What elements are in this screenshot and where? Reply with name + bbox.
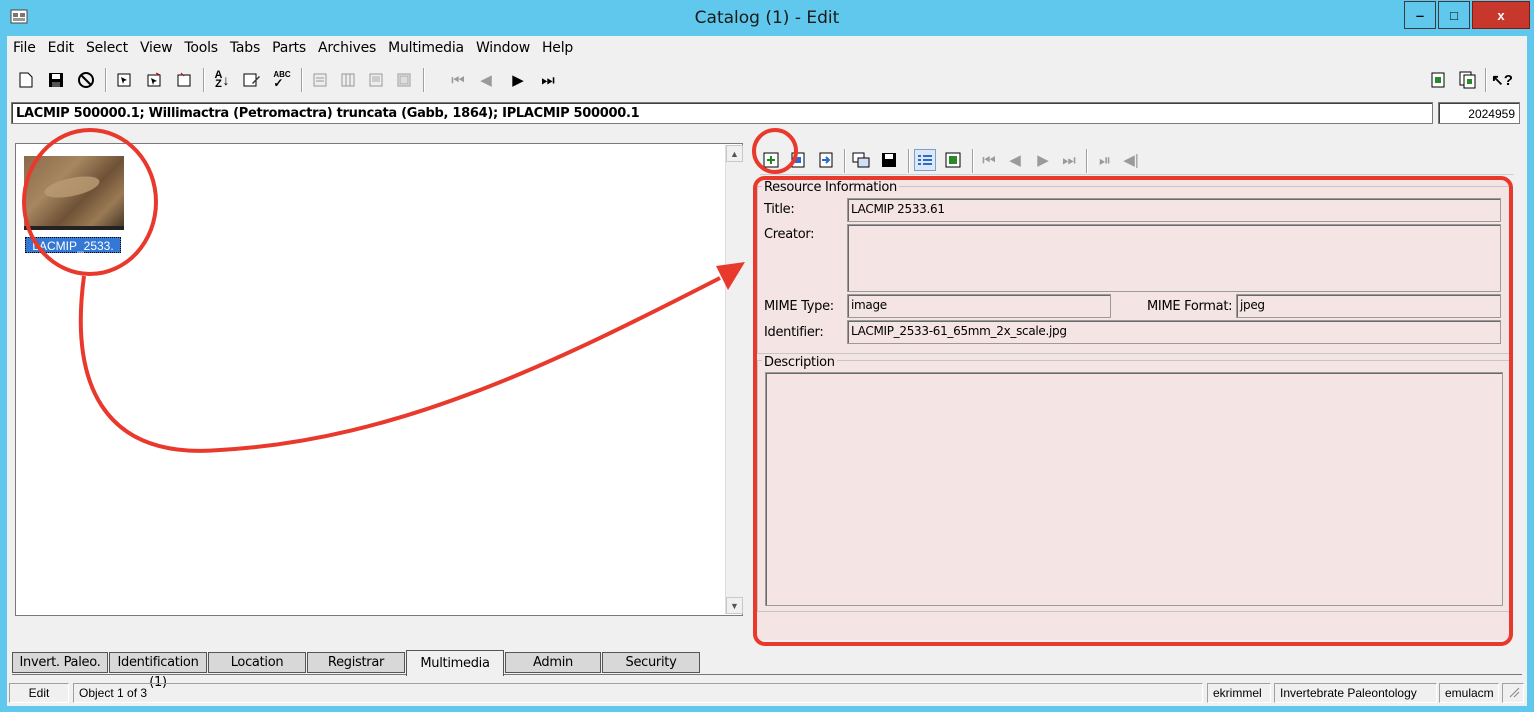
open-viewer-icon[interactable]	[850, 149, 872, 171]
menu-multimedia[interactable]: Multimedia	[382, 40, 470, 56]
tab-invert-paleo[interactable]: Invert. Paleo.	[12, 652, 108, 673]
last-record-icon[interactable]: ⏭	[537, 69, 559, 91]
highlight-rectangle	[753, 176, 1513, 646]
menu-view[interactable]: View	[134, 40, 178, 56]
tab-security[interactable]: Security	[602, 652, 700, 673]
save-multimedia-icon[interactable]	[878, 149, 900, 171]
status-server: emulacm	[1439, 683, 1499, 703]
tab-multimedia[interactable]: Multimedia	[406, 650, 504, 676]
copy-report-icon[interactable]	[1457, 69, 1479, 91]
attach-multimedia-icon[interactable]	[815, 149, 837, 171]
view-list-icon[interactable]	[337, 69, 359, 91]
first-media-icon[interactable]: ⏮	[978, 149, 1000, 171]
tab-strip: Invert. Paleo. Identification (1) Locati…	[12, 650, 1522, 690]
thumbnail-view-icon[interactable]	[942, 149, 964, 171]
highlight-circle-thumbnail	[22, 128, 158, 276]
main-toolbar: A Z ↓ ABC ✓ ⏮ ◀ ▶ ⏭ ↖?	[7, 64, 1527, 96]
previous-record-icon[interactable]: ◀	[475, 69, 497, 91]
tab-location[interactable]: Location	[208, 652, 306, 673]
maximize-icon: □	[1450, 7, 1458, 23]
tab-identification[interactable]: Identification (1)	[109, 652, 207, 690]
menu-parts[interactable]: Parts	[266, 40, 312, 56]
previous-media-icon[interactable]: ◀	[1004, 149, 1026, 171]
menu-window[interactable]: Window	[470, 40, 536, 56]
edit-note-icon[interactable]	[241, 69, 263, 91]
menu-edit[interactable]: Edit	[42, 40, 80, 56]
status-object: Object 1 of 3	[73, 683, 1203, 703]
context-help-icon[interactable]: ↖?	[1491, 69, 1513, 91]
new-document-icon[interactable]	[15, 69, 37, 91]
menu-archives[interactable]: Archives	[312, 40, 382, 56]
report-icon[interactable]	[1427, 69, 1449, 91]
menu-select[interactable]: Select	[80, 40, 134, 56]
menu-bar: File Edit Select View Tools Tabs Parts A…	[7, 37, 1527, 59]
resize-grip-icon[interactable]	[1502, 683, 1524, 703]
menu-help[interactable]: Help	[536, 40, 579, 56]
move-down-icon[interactable]: ⏯	[1094, 149, 1116, 171]
move-up-icon[interactable]: ◀|	[1120, 149, 1142, 171]
status-user: ekrimmel	[1207, 683, 1271, 703]
record-irn: 2024959	[1438, 102, 1520, 124]
scroll-up-icon[interactable]: ▲	[726, 145, 743, 162]
first-record-icon[interactable]: ⏮	[447, 69, 469, 91]
window-frame-right	[1527, 36, 1534, 712]
record-summary: LACMIP 500000.1; Willimactra (Petromactr…	[11, 102, 1433, 124]
status-mode: Edit	[9, 683, 69, 703]
tab-registrar[interactable]: Registrar	[307, 652, 405, 673]
select-all-icon[interactable]	[143, 69, 165, 91]
save-icon[interactable]	[45, 69, 67, 91]
next-media-icon[interactable]: ▶	[1032, 149, 1054, 171]
close-icon: x	[1497, 7, 1505, 23]
select-record-icon[interactable]	[113, 69, 135, 91]
menu-tools[interactable]: Tools	[178, 40, 224, 56]
minimize-icon: ‒	[1416, 7, 1424, 23]
view-page-icon[interactable]	[365, 69, 387, 91]
view-image-icon[interactable]	[393, 69, 415, 91]
maximize-button[interactable]: □	[1438, 1, 1470, 29]
last-media-icon[interactable]: ⏭	[1058, 149, 1080, 171]
window-frame-bottom	[0, 706, 1534, 712]
multimedia-toolbar: ⏮ ◀ ▶ ⏭ ⏯ ◀|	[760, 146, 1514, 175]
next-record-icon[interactable]: ▶	[507, 69, 529, 91]
minimize-button[interactable]: ‒	[1404, 1, 1436, 29]
details-view-icon[interactable]	[914, 149, 936, 171]
status-department: Invertebrate Paleontology	[1274, 683, 1437, 703]
cancel-icon[interactable]	[75, 69, 97, 91]
status-bar: Edit Object 1 of 3 ekrimmel Invertebrate…	[7, 682, 1527, 706]
deselect-icon[interactable]	[173, 69, 195, 91]
scroll-down-icon[interactable]: ▼	[726, 597, 743, 614]
window-title: Catalog (1) - Edit	[694, 8, 840, 28]
window-frame-left	[0, 36, 7, 712]
menu-tabs[interactable]: Tabs	[224, 40, 266, 56]
vertical-scrollbar[interactable]: ▲ ▼	[725, 145, 743, 614]
view-form-icon[interactable]	[309, 69, 331, 91]
highlight-circle-add-button	[752, 128, 798, 174]
sort-icon[interactable]: A Z ↓	[211, 69, 233, 91]
menu-file[interactable]: File	[7, 40, 42, 56]
spellcheck-icon[interactable]: ABC ✓	[271, 69, 293, 91]
tab-admin[interactable]: Admin	[505, 652, 601, 673]
close-button[interactable]: x	[1472, 1, 1530, 29]
